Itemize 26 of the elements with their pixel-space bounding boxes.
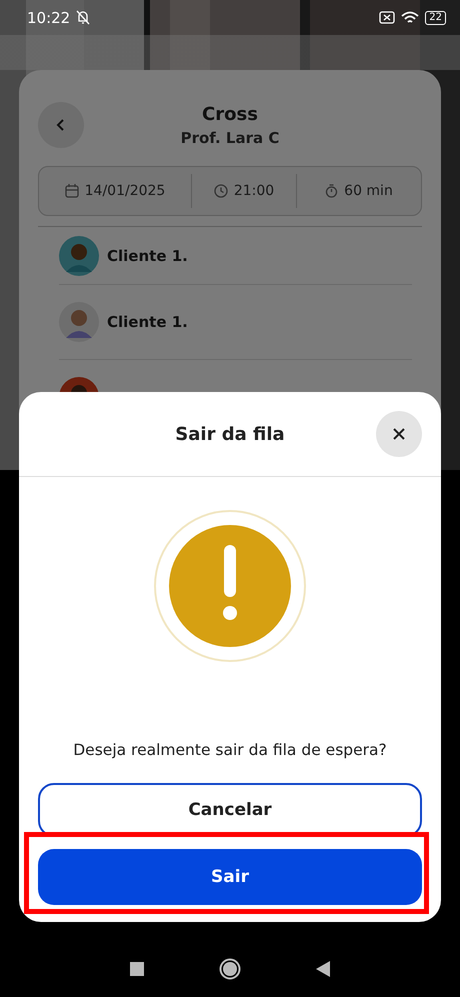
home-icon[interactable] <box>219 958 241 980</box>
client-name: Cliente 1. <box>107 246 188 264</box>
class-title: Cross <box>202 104 258 124</box>
clock-icon <box>214 184 228 198</box>
close-icon <box>393 428 405 440</box>
exit-button[interactable]: Sair <box>38 849 422 905</box>
sim-icon <box>379 11 396 24</box>
class-duration: 60 min <box>344 183 393 199</box>
wifi-icon <box>401 10 420 24</box>
back-icon[interactable] <box>316 961 330 977</box>
instructor-name: Prof. Lara C <box>180 128 280 146</box>
battery-level: 22 <box>425 10 446 24</box>
stopwatch-icon <box>325 184 338 198</box>
warning-icon <box>153 509 307 663</box>
dialog-title: Sair da fila <box>175 424 285 444</box>
calendar-icon <box>64 184 79 198</box>
avatar-icon <box>59 302 99 342</box>
bell-off-icon <box>76 10 90 25</box>
dialog-message: Deseja realmente sair da fila de espera? <box>72 741 388 759</box>
clock-time: 10:22 <box>27 8 70 26</box>
close-button[interactable] <box>376 411 422 457</box>
client-name: Cliente 1. <box>107 313 188 331</box>
class-time: 21:00 <box>234 183 274 199</box>
avatar-icon <box>59 236 99 276</box>
class-date: 14/01/2025 <box>84 183 166 199</box>
chevron-left-icon <box>56 118 66 132</box>
